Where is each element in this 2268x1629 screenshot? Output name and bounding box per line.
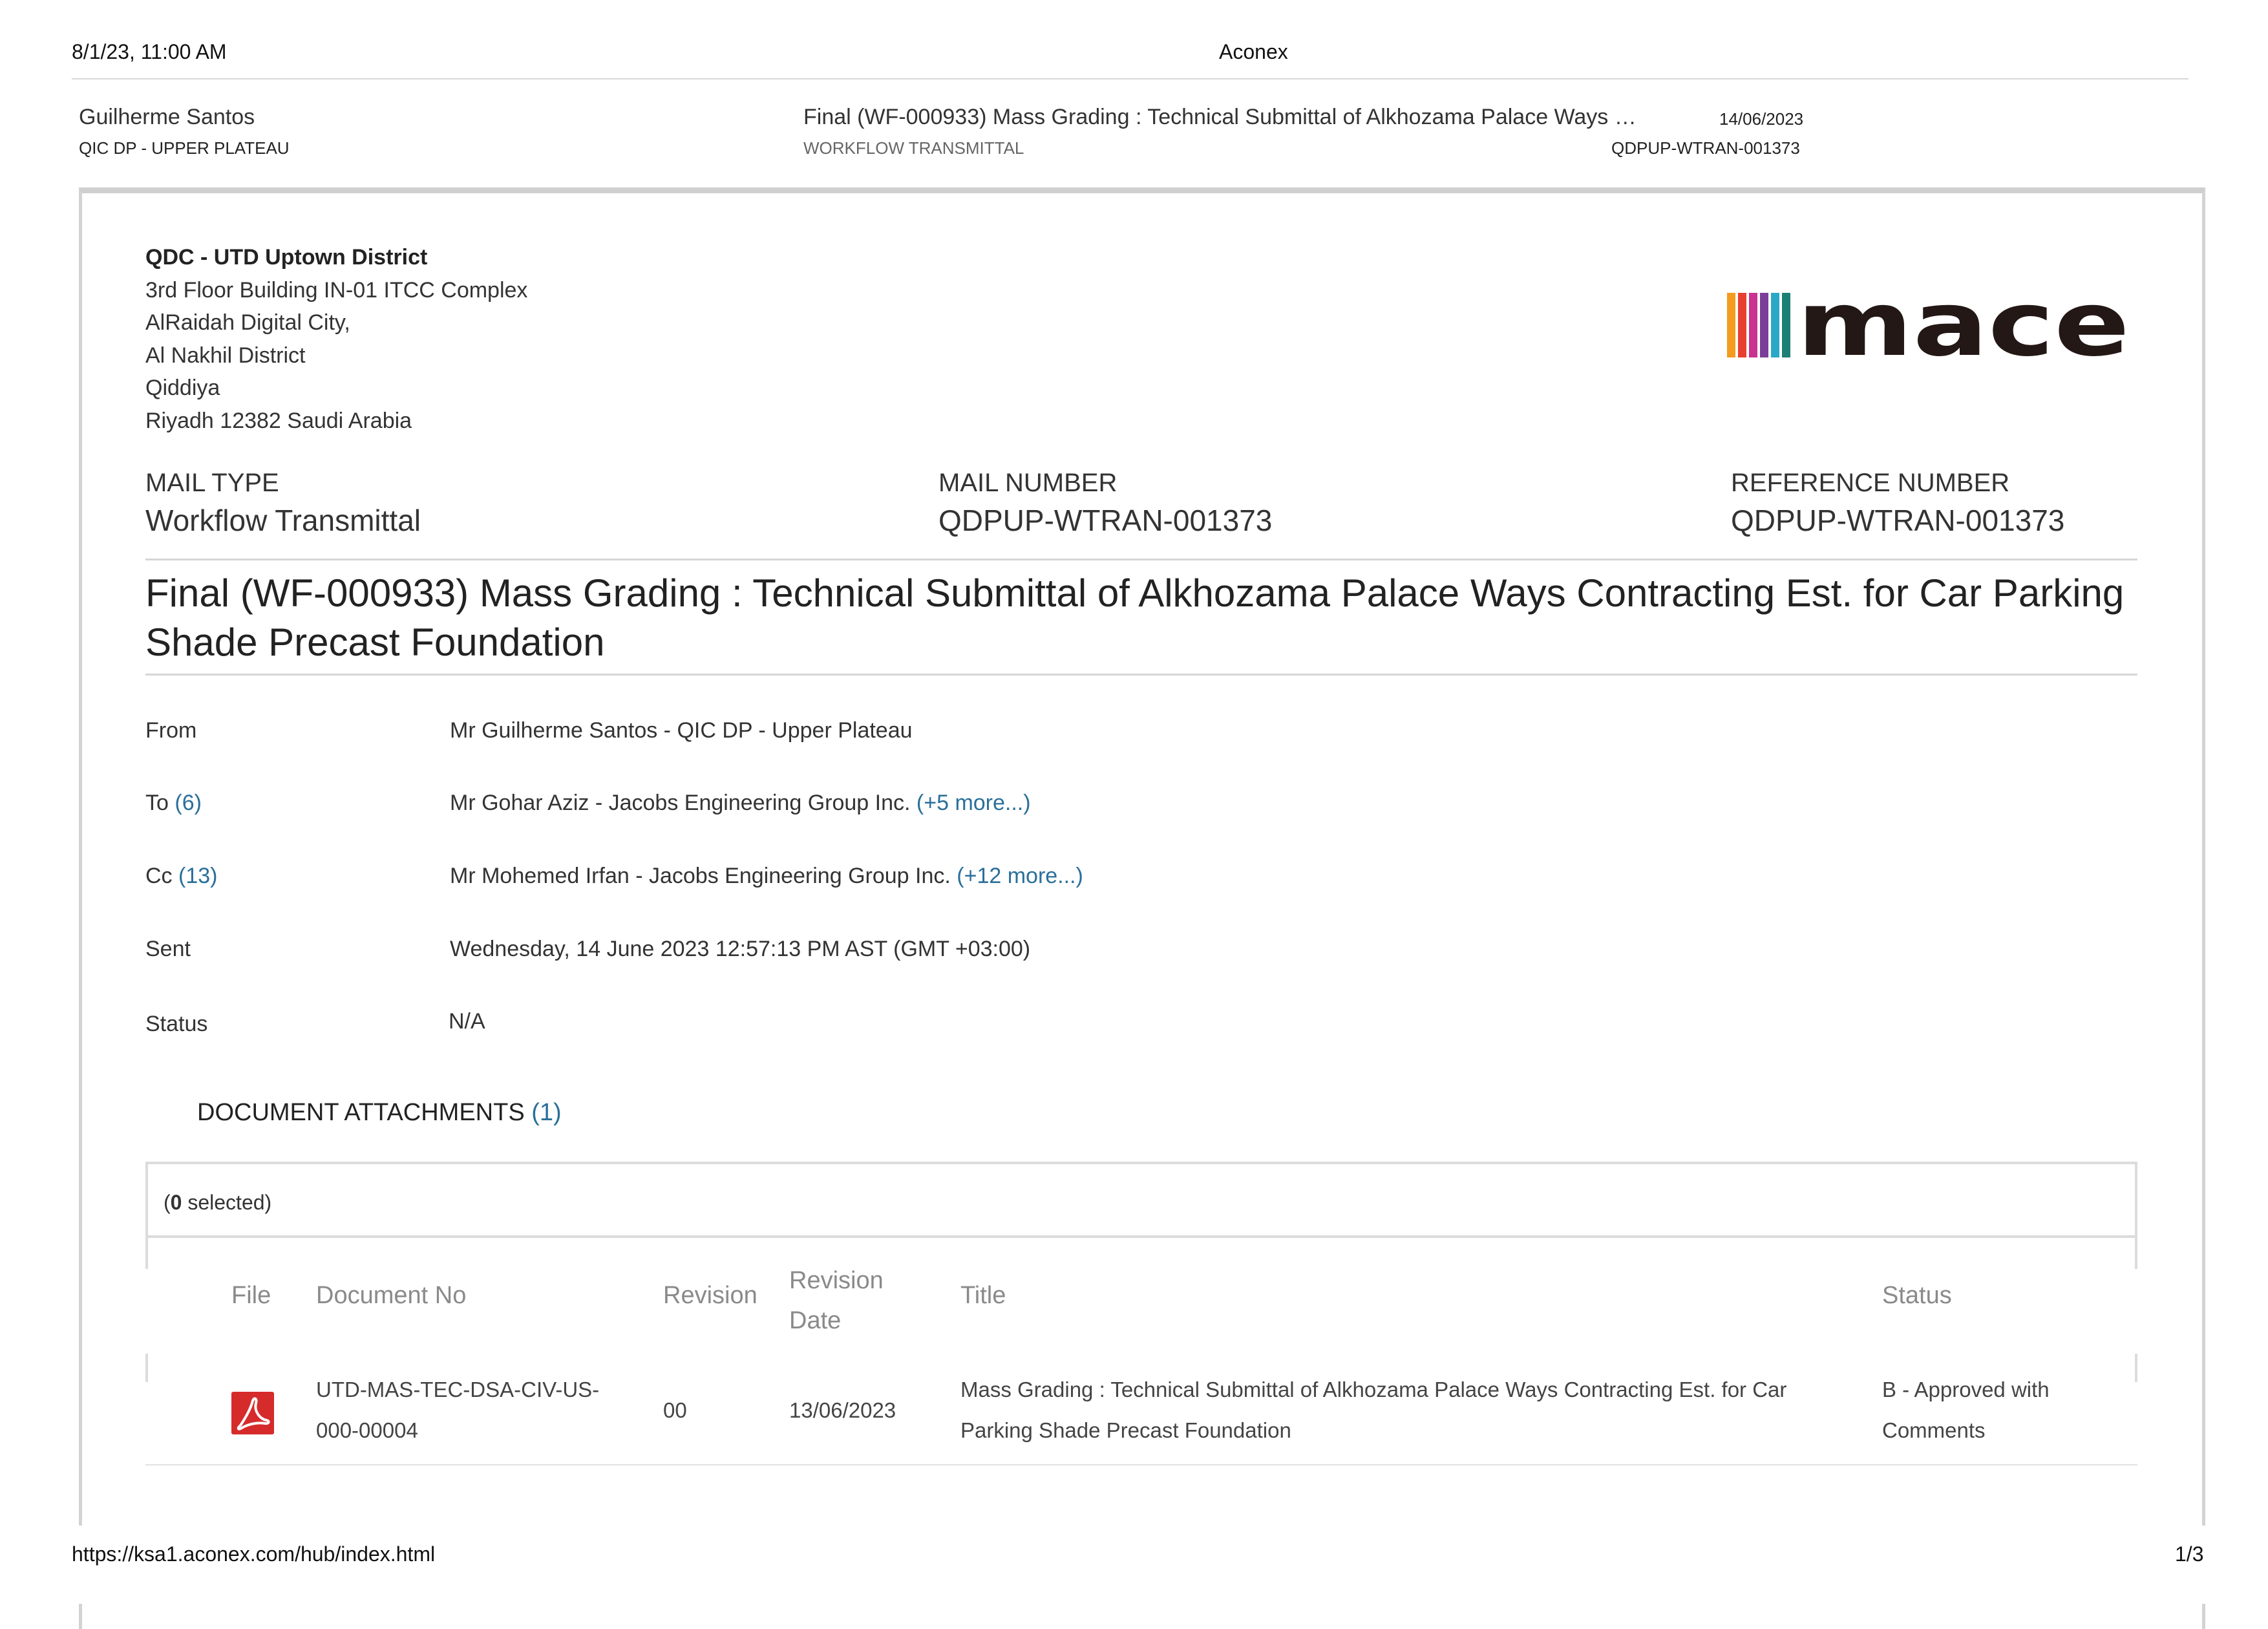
header-user-name: Guilherme Santos	[79, 105, 255, 129]
status-label: Status	[145, 1012, 208, 1036]
to-recipient: Mr Gohar Aziz - Jacobs Engineering Group…	[450, 791, 911, 815]
reference-number-label: REFERENCE NUMBER	[1731, 469, 2010, 497]
document-no-line: 000-00004	[316, 1418, 418, 1442]
logo-stripe	[1760, 293, 1768, 357]
cc-recipient: Mr Mohemed Irfan - Jacobs Engineering Gr…	[450, 864, 951, 888]
status-value: N/A	[449, 1009, 485, 1034]
column-header-revision[interactable]: Revision	[663, 1282, 758, 1310]
print-header-divider	[72, 78, 2189, 80]
attachments-heading-text: DOCUMENT ATTACHMENTS	[197, 1099, 525, 1126]
pdf-icon[interactable]	[231, 1392, 274, 1434]
mail-subject: Final (WF-000933) Mass Grading : Technic…	[145, 571, 2125, 664]
row-divider	[145, 1464, 2137, 1465]
from-label: From	[145, 718, 197, 743]
selection-count: (0 selected)	[164, 1191, 271, 1215]
print-title: Aconex	[1219, 40, 1288, 63]
header-organization: QIC DP - UPPER PLATEAU	[79, 138, 290, 158]
subject-divider	[145, 674, 2137, 676]
address-line: Riyadh 12382 Saudi Arabia	[145, 408, 412, 433]
address-line: Qiddiya	[145, 376, 220, 400]
print-page-number: 1/3	[2175, 1542, 2204, 1566]
cc-value: Mr Mohemed Irfan - Jacobs Engineering Gr…	[450, 864, 1083, 889]
mail-number-value: QDPUP-WTRAN-001373	[938, 504, 1273, 537]
to-label: To (6)	[145, 791, 202, 816]
logo-stripe	[1738, 293, 1746, 357]
address-line: Al Nakhil District	[145, 343, 306, 368]
selection-prefix: (	[164, 1191, 171, 1214]
cell-status: B - Approved with Comments	[1882, 1369, 2050, 1451]
status-line: B - Approved with	[1882, 1378, 2050, 1401]
column-header-revision-date[interactable]: Revision Date	[789, 1261, 884, 1341]
to-count-link[interactable]: (6)	[175, 791, 202, 815]
cc-count-link[interactable]: (13)	[178, 864, 217, 888]
column-header-title[interactable]: Title	[960, 1282, 1006, 1310]
from-value: Mr Guilherme Santos - QIC DP - Upper Pla…	[450, 718, 913, 743]
logo-stripe	[1771, 293, 1779, 357]
attachments-selection-bar	[145, 1162, 2137, 1238]
column-header-file[interactable]: File	[231, 1282, 271, 1310]
to-more-link[interactable]: (+5 more...)	[917, 791, 1031, 815]
selected-number: 0	[170, 1191, 182, 1214]
attachments-count[interactable]: (1)	[531, 1099, 561, 1126]
sent-label: Sent	[145, 937, 191, 961]
print-date: 8/1/23, 11:00 AM	[72, 40, 227, 63]
sender-company: QDC - UTD Uptown District	[145, 245, 428, 270]
pdf-glyph-icon	[237, 1397, 270, 1431]
column-header-revision-date-line: Date	[789, 1307, 842, 1334]
print-url: https://ksa1.aconex.com/hub/index.html	[72, 1542, 436, 1566]
cell-document-no[interactable]: UTD-MAS-TEC-DSA-CIV-US- 000-00004	[316, 1369, 599, 1451]
mace-logo: mace	[1727, 288, 2130, 365]
column-header-status[interactable]: Status	[1882, 1282, 1952, 1310]
logo-text: mace	[1797, 288, 2130, 365]
attachments-heading: DOCUMENT ATTACHMENTS (1)	[197, 1099, 562, 1127]
meta-divider	[145, 559, 2137, 560]
mail-type-value: Workflow Transmittal	[145, 504, 421, 537]
row-edge	[2135, 1354, 2137, 1382]
reference-number-value: QDPUP-WTRAN-001373	[1731, 504, 2065, 537]
title-line: Mass Grading : Technical Submittal of Al…	[960, 1378, 1787, 1401]
status-line: Comments	[1882, 1418, 1986, 1442]
row-edge	[145, 1354, 148, 1382]
cc-label-text: Cc	[145, 864, 173, 888]
table-edge	[145, 1238, 148, 1269]
logo-stripe	[1727, 293, 1735, 357]
address-line: 3rd Floor Building IN-01 ITCC Complex	[145, 277, 528, 303]
cc-label: Cc (13)	[145, 864, 217, 889]
selection-suffix: selected)	[182, 1191, 272, 1214]
header-mail-type: WORKFLOW TRANSMITTAL	[803, 138, 1024, 158]
sent-value: Wednesday, 14 June 2023 12:57:13 PM AST …	[450, 937, 1031, 961]
cell-revision-date: 13/06/2023	[789, 1398, 896, 1422]
to-label-text: To	[145, 791, 169, 815]
document-no-line: UTD-MAS-TEC-DSA-CIV-US-	[316, 1378, 600, 1401]
to-value: Mr Gohar Aziz - Jacobs Engineering Group…	[450, 791, 1031, 816]
mail-number-label: MAIL NUMBER	[938, 469, 1118, 497]
mail-type-label: MAIL TYPE	[145, 469, 279, 497]
header-subject: Final (WF-000933) Mass Grading : Technic…	[803, 105, 1637, 129]
logo-stripe	[1782, 293, 1790, 357]
cell-title: Mass Grading : Technical Submittal of Al…	[960, 1369, 1786, 1451]
column-header-document-no[interactable]: Document No	[316, 1282, 466, 1310]
header-date: 14/06/2023	[1719, 109, 1804, 129]
logo-stripe	[1749, 293, 1757, 357]
title-line: Parking Shade Precast Foundation	[960, 1418, 1291, 1442]
cc-more-link[interactable]: (+12 more...)	[957, 864, 1083, 888]
cell-revision: 00	[663, 1398, 687, 1422]
sender-address: QDC - UTD Uptown District 3rd Floor Buil…	[145, 241, 527, 437]
header-reference: QDPUP-WTRAN-001373	[1611, 138, 1800, 158]
address-line: AlRaidah Digital City,	[145, 310, 350, 335]
column-header-revision-date-line: Revision	[789, 1267, 884, 1294]
table-edge	[2135, 1238, 2137, 1269]
